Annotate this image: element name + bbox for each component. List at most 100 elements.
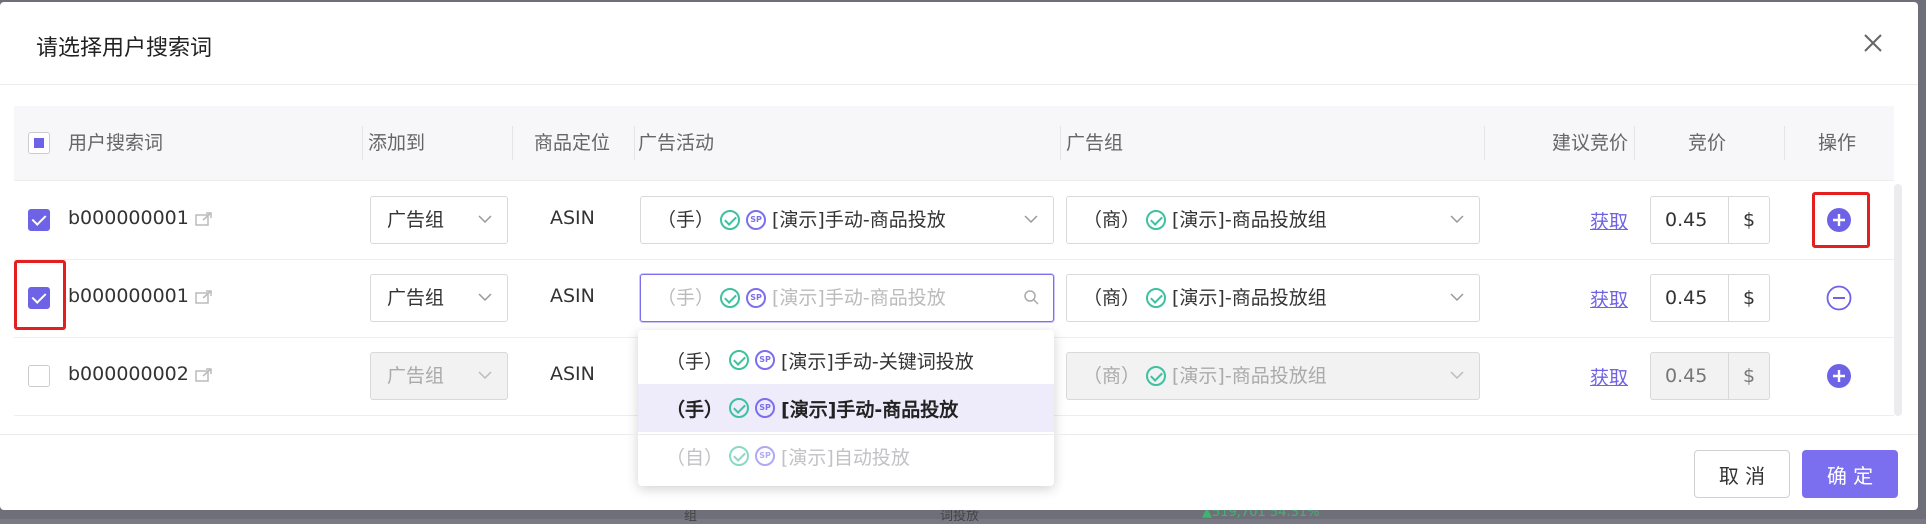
add-to-select[interactable]: 广告组: [370, 274, 508, 322]
ad-group-name: [演示]-商品投放组: [1172, 209, 1327, 231]
sp-badge-icon: SP: [755, 446, 776, 466]
footer-divider: [0, 434, 1918, 435]
ad-group-type-prefix: （商）: [1083, 287, 1141, 309]
add-to-select[interactable]: 广告组: [370, 196, 508, 244]
campaign-type-prefix: （手）: [657, 287, 715, 309]
header-separator: [362, 126, 363, 160]
sp-badge-icon: SP: [755, 398, 776, 418]
table-row: b000000001 广告组 ASIN （手） SP [演示]手动-商品投放 （商）…: [14, 181, 1894, 260]
enabled-check-icon: [729, 446, 750, 466]
chevron-down-icon: [1450, 215, 1464, 224]
enabled-check-icon: [1146, 366, 1167, 386]
search-term-text: b000000002: [68, 363, 189, 385]
remove-circle-icon[interactable]: [1826, 285, 1852, 311]
chevron-down-icon: [1450, 293, 1464, 302]
currency-symbol: $: [1728, 353, 1769, 399]
add-to-value: 广告组: [387, 287, 445, 309]
header-separator: [512, 126, 513, 160]
table-header: 用户搜索词 添加到 商品定位 广告活动 广告组 建议竞价 竞价 操作: [14, 106, 1894, 181]
sp-badge-icon: SP: [755, 350, 776, 370]
dropdown-option[interactable]: （手） SP [演示]手动-关键词投放: [638, 336, 1054, 384]
campaign-select[interactable]: （手） SP [演示]手动-商品投放: [640, 196, 1054, 244]
row-checkbox[interactable]: [28, 365, 50, 387]
option-label: [演示]自动投放: [781, 446, 910, 469]
option-prefix: （手）: [666, 350, 724, 373]
campaign-type-prefix: （手）: [657, 209, 715, 231]
header-separator: [1784, 126, 1785, 160]
option-prefix: （自）: [666, 446, 724, 469]
external-link-icon[interactable]: [195, 367, 213, 383]
table-row: b000000001 广告组 ASIN （手） SP [演示]手动-商品投放 （商）…: [14, 259, 1894, 338]
campaign-name: [演示]手动-商品投放: [772, 209, 946, 231]
search-term-text: b000000001: [68, 285, 189, 307]
dialog-title: 请选择用户搜索词: [36, 36, 213, 61]
chevron-down-icon: [1024, 215, 1038, 224]
header-ad-group: 广告组: [1066, 132, 1124, 154]
sp-badge-icon: SP: [746, 288, 767, 308]
targeting-type: ASIN: [550, 363, 595, 385]
enabled-check-icon: [729, 350, 750, 370]
bid-input[interactable]: 0.45 $: [1650, 274, 1770, 322]
search-term: b000000002: [68, 363, 213, 385]
bid-value: 0.45: [1665, 365, 1708, 387]
ad-group-type-prefix: （商）: [1083, 209, 1141, 231]
header-campaign: 广告活动: [638, 132, 715, 154]
header-action: 操作: [1818, 132, 1857, 154]
bid-value: 0.45: [1665, 209, 1708, 231]
campaign-dropdown-menu: （手） SP [演示]手动-关键词投放 （手） SP [演示]手动-商品投放 （自） SP…: [638, 330, 1054, 486]
ad-group-select[interactable]: （商） [演示]-商品投放组: [1066, 196, 1480, 244]
row-checkbox[interactable]: [28, 209, 50, 231]
ad-group-type-prefix: （商）: [1083, 365, 1141, 387]
search-term-text: b000000001: [68, 207, 189, 229]
option-label: [演示]手动-商品投放: [781, 398, 959, 421]
ad-group-select[interactable]: （商） [演示]-商品投放组: [1066, 352, 1480, 400]
header-suggested-bid: 建议竞价: [1552, 132, 1629, 154]
enabled-check-icon: [729, 398, 750, 418]
enabled-check-icon: [720, 210, 741, 230]
close-icon: [1864, 34, 1882, 52]
ad-group-select[interactable]: （商） [演示]-商品投放组: [1066, 274, 1480, 322]
add-to-select[interactable]: 广告组: [370, 352, 508, 400]
chevron-down-icon: [1450, 371, 1464, 380]
get-suggested-bid-link[interactable]: 获取: [1590, 207, 1628, 234]
search-term: b000000001: [68, 207, 213, 229]
chevron-down-icon: [478, 215, 492, 224]
header-divider: [0, 84, 1918, 85]
header-separator: [634, 126, 635, 160]
enabled-check-icon: [1146, 288, 1167, 308]
option-prefix: （手）: [666, 398, 724, 421]
add-circle-icon[interactable]: [1826, 207, 1852, 233]
header-term: 用户搜索词: [68, 132, 164, 154]
bid-input[interactable]: 0.45 $: [1650, 352, 1770, 400]
select-search-term-dialog: 请选择用户搜索词 用户搜索词 添加到 商品定位 广告活动 广告组 建议竞价 竞价…: [0, 2, 1918, 510]
get-suggested-bid-link[interactable]: 获取: [1590, 363, 1628, 390]
cancel-button[interactable]: 取 消: [1694, 450, 1790, 498]
enabled-check-icon: [1146, 210, 1167, 230]
chevron-down-icon: [478, 293, 492, 302]
targeting-type: ASIN: [550, 285, 595, 307]
dropdown-option-disabled[interactable]: （自） SP [演示]自动投放: [638, 432, 1054, 480]
header-bid: 竞价: [1688, 132, 1727, 154]
row-checkbox[interactable]: [28, 287, 50, 309]
add-to-value: 广告组: [387, 209, 445, 231]
select-all-checkbox[interactable]: [28, 132, 50, 154]
dropdown-option-selected[interactable]: （手） SP [演示]手动-商品投放: [638, 384, 1054, 432]
option-label: [演示]手动-关键词投放: [781, 350, 974, 373]
close-button[interactable]: [1858, 28, 1888, 58]
get-suggested-bid-link[interactable]: 获取: [1590, 285, 1628, 312]
table-scrollbar[interactable]: [1894, 184, 1902, 416]
sp-badge-icon: SP: [746, 210, 767, 230]
chevron-down-icon: [478, 371, 492, 380]
campaign-select-open[interactable]: （手） SP [演示]手动-商品投放: [640, 274, 1054, 322]
header-separator: [1634, 126, 1635, 160]
header-targeting: 商品定位: [534, 132, 611, 154]
add-circle-icon[interactable]: [1826, 363, 1852, 389]
external-link-icon[interactable]: [195, 211, 213, 227]
bid-value: 0.45: [1665, 287, 1708, 309]
bid-input[interactable]: 0.45 $: [1650, 196, 1770, 244]
external-link-icon[interactable]: [195, 289, 213, 305]
confirm-button[interactable]: 确 定: [1802, 450, 1898, 498]
currency-symbol: $: [1728, 197, 1769, 243]
header-separator: [1060, 126, 1061, 160]
ad-group-name: [演示]-商品投放组: [1172, 287, 1327, 309]
